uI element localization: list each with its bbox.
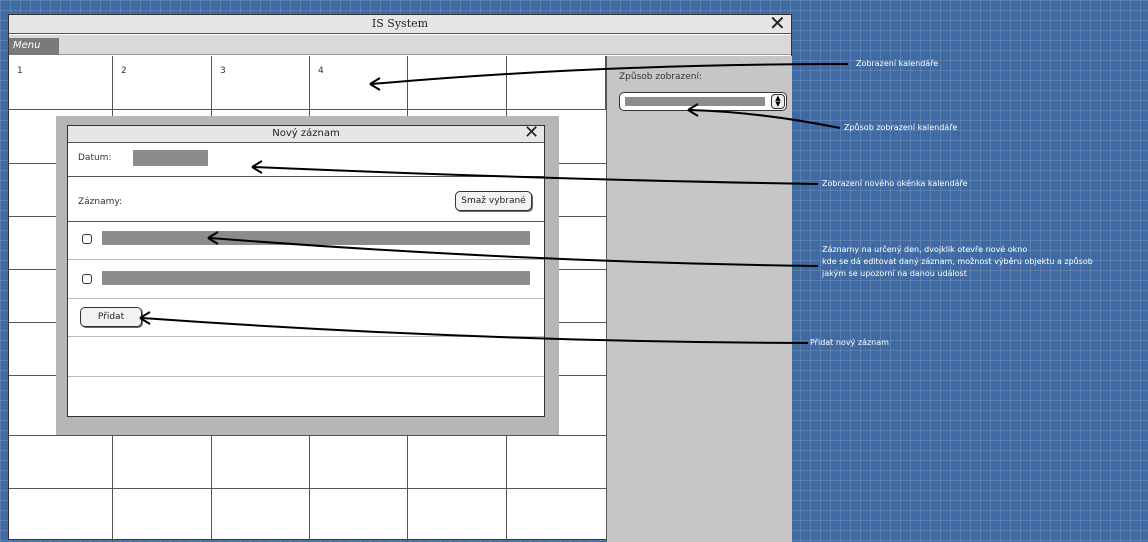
annotation-display-mode: Způsob zobrazení kalendáře [844,123,958,132]
arrow-add [141,317,809,344]
arrow-display-mode [689,109,841,129]
annotation-records-line3: jakým se upozorní na danou událost [822,269,967,278]
annotation-records-line1: Záznamy na určený den, dvojklik otevře n… [822,245,1028,254]
annotation-arrows [139,63,849,344]
annotation-records-line2: kde se dá editovat daný záznam, možnost … [822,257,1093,266]
arrow-new-window [253,166,819,185]
annotation-add-record: Přidat nový záznam [810,338,889,347]
arrow-records [209,237,819,267]
annotation-new-window: Zobrazení nového okénka kalendáře [822,179,968,188]
annotation-calendar-view: Zobrazení kalendáře [856,59,939,68]
arrow-calendar [371,63,849,85]
